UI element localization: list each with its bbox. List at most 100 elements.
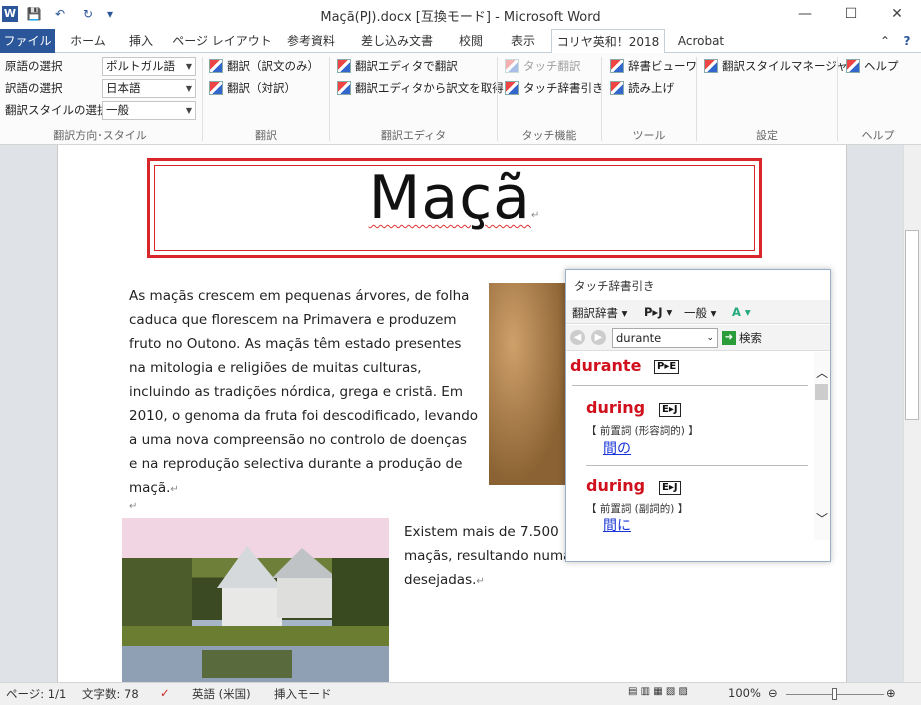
maximize-button[interactable]: ☐ [828,0,874,29]
paragraph-2[interactable]: Existem mais de 7.500 maçãs, resultando … [404,520,584,594]
editor-get-label: 翻訳エディタから訳文を取得 [355,81,504,95]
tab-page-layout[interactable]: ページ レイアウト [170,29,274,53]
font-menu-button[interactable]: A ▾ [732,305,751,319]
popup-scroll-thumb[interactable] [815,384,828,400]
search-input-value: durante [616,331,662,345]
chevron-down-icon: ▼ [185,106,192,115]
scroll-up-icon[interactable]: ︿ [816,364,828,381]
translate-pair-icon [209,81,223,95]
popup-search-bar: ◀ ▶ durante ⌄ ➜ 検索 [566,325,830,351]
ribbon-separator [601,57,602,141]
editor-translate-button[interactable]: 翻訳エディタで翻訳 [337,57,458,75]
target-lang-value: 日本語 [106,81,141,95]
style-manager-button[interactable]: 翻訳スタイルマネージャ [704,57,848,75]
popup-toolbar: 翻訳辞書 ▾ P▸J ▾ 一般 ▾ A ▾ [566,300,830,324]
touch-translate-button[interactable]: タッチ翻訳 [505,57,581,75]
editor-get-icon [337,81,351,95]
chevron-down-icon: ▼ [185,84,192,93]
zoom-out-icon[interactable]: ⊖ [768,686,778,700]
forward-icon[interactable]: ▶ [591,330,606,345]
group-translate-label: 翻訳 [255,129,277,142]
popup-title: タッチ辞書引き [574,279,655,293]
tab-review[interactable]: 校閲 [450,29,492,53]
ribbon-tabs: ファイル ホーム 挿入 ページ レイアウト 参考資料 差し込み文書 校閲 表示 … [0,29,921,54]
dict-menu-button[interactable]: 翻訳辞書 ▾ [572,305,627,321]
touch-dictionary-popup[interactable]: タッチ辞書引き 翻訳辞書 ▾ P▸J ▾ 一般 ▾ A ▾ ◀ ▶ durant… [565,269,831,562]
translate-icon [209,59,223,73]
tab-home[interactable]: ホーム [62,29,114,53]
page-count[interactable]: ページ: 1/1 [6,686,66,702]
close-button[interactable]: ✕ [874,0,920,29]
minimize-button[interactable]: — [782,0,828,29]
paragraph-1-text: As maçãs crescem em pequenas árvores, de… [129,288,479,496]
paragraph-1[interactable]: As maçãs crescem em pequenas árvores, de… [129,284,479,502]
touch-translate-icon [505,59,519,73]
style-label: 翻訳スタイルの選択 [5,103,109,117]
help-icon[interactable]: ? [898,29,916,53]
entry-pos: 【 前置詞 (形容詞的) 】 [586,425,699,437]
translate-pair-button[interactable]: 翻訳（対訳） [209,79,296,97]
entry-meaning-link[interactable]: 間の [603,438,631,458]
style-select[interactable]: 一般 ▼ [102,101,196,120]
entry-meaning-link[interactable]: 間に [603,515,631,535]
ribbon-separator [696,57,697,141]
collapse-ribbon-icon[interactable]: ⌃ [876,29,894,53]
zoom-slider-thumb[interactable] [832,688,837,700]
tab-acrobat[interactable]: Acrobat [670,29,732,53]
touch-dict-button[interactable]: タッチ辞書引き [505,79,604,97]
document-title[interactable]: Maçã↵ [150,163,759,233]
translate-only-button[interactable]: 翻訳（訳文のみ） [209,57,319,75]
zoom-in-icon[interactable]: ⊕ [886,686,896,700]
divider [572,385,808,386]
translate-only-label: 翻訳（訳文のみ） [227,59,319,73]
pj-menu-button[interactable]: P▸J ▾ [644,305,672,319]
document-title-text: Maçã [368,163,531,233]
touch-dict-label: タッチ辞書引き [523,81,604,95]
burlap-image[interactable] [489,283,569,485]
popup-scrollbar[interactable]: ︿ ﹀ [814,352,830,540]
house-image[interactable] [122,518,389,682]
target-lang-select[interactable]: 日本語 ▼ [102,79,196,98]
tab-insert[interactable]: 挿入 [118,29,164,53]
scroll-down-icon[interactable]: ﹀ [816,510,828,527]
style-value: 一般 [106,103,129,117]
touch-translate-label: タッチ翻訳 [523,59,581,73]
help-book-icon [846,59,860,73]
tab-file[interactable]: ファイル [0,29,55,53]
entry-badge: E▸J [659,481,681,495]
entry-word: during [586,476,646,495]
tab-references[interactable]: 参考資料 [278,29,344,53]
source-lang-select[interactable]: ポルトガル語 ▼ [102,57,196,76]
scrollbar-thumb[interactable] [905,230,919,420]
search-input[interactable]: durante ⌄ [612,328,718,348]
dict-viewer-button[interactable]: 辞書ビューワ [610,57,697,75]
title-bar: W 💾 ↶ ↻ ▾ Maçã(PJ).docx [互換モード] - Micros… [0,0,921,29]
ribbon-help-button[interactable]: ヘルプ [846,57,899,75]
language-status[interactable]: 英語 (米国) [192,686,251,702]
tab-korya[interactable]: コリヤ英和！2018 [551,29,665,54]
style-menu-button[interactable]: 一般 ▾ [684,305,716,321]
proofing-icon[interactable]: ✓ [160,686,170,700]
zoom-level[interactable]: 100% [728,686,761,700]
group-direction-label: 翻訳方向･スタイル [53,129,147,142]
read-aloud-label: 読み上げ [628,81,674,95]
headword-badge: P▸E [654,360,680,374]
insert-mode[interactable]: 挿入モード [274,686,332,702]
read-aloud-button[interactable]: 読み上げ [610,79,674,97]
group-tools-label: ツール [632,129,666,142]
divider [586,465,808,466]
tab-view[interactable]: 表示 [500,29,546,53]
chevron-down-icon[interactable]: ⌄ [706,329,714,347]
word-count[interactable]: 文字数: 78 [82,686,139,702]
tab-mailings[interactable]: 差し込み文書 [350,29,444,53]
view-buttons[interactable]: ▤ ▥ ▦ ▧ ▨ [628,686,688,697]
group-help-label: ヘルプ [861,129,895,142]
ribbon-separator [202,57,203,141]
ribbon-separator [837,57,838,141]
popup-results: durante P▸E during E▸J 【 前置詞 (形容詞的) 】 間の… [566,352,812,540]
editor-translate-label: 翻訳エディタで翻訳 [355,59,458,73]
editor-icon [337,59,351,73]
editor-get-button[interactable]: 翻訳エディタから訳文を取得 [337,79,504,97]
back-icon[interactable]: ◀ [570,330,585,345]
search-button[interactable]: ➜ 検索 [722,330,762,346]
